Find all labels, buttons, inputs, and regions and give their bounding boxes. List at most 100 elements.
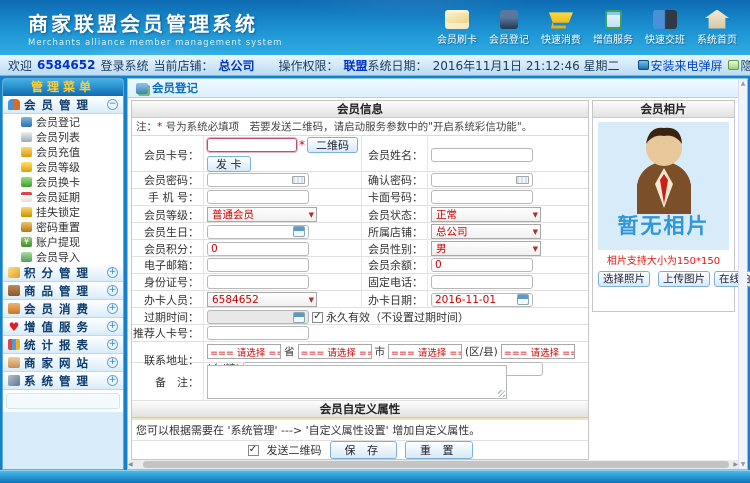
nav-member-swipe[interactable]: 会员刷卡 [434,10,480,46]
balance-input[interactable]: 0 [431,258,533,272]
points-icon [8,267,20,278]
expand-icon[interactable]: + [107,303,118,314]
sidebar-section-website[interactable]: 商 家 网 站 + [3,354,123,372]
sidebar-section-consume[interactable]: 会 员 消 费 + [3,300,123,318]
idcard-input[interactable] [207,275,309,289]
scroll-up-arrow[interactable]: ▲ [741,80,746,87]
sidebar-section-value-added[interactable]: ♥ 增 值 服 务 + [3,318,123,336]
hide-menu-link[interactable]: 隐藏菜单 [728,57,750,74]
install-popup-link[interactable]: 安装来电弹屏 [638,57,723,74]
keyboard-icon[interactable] [292,176,305,184]
form-row-birthday: 会员生日： 所属店铺： 总公司▼ [132,223,588,240]
birthday-input[interactable] [207,225,309,239]
confirm-password-input[interactable] [431,173,533,187]
nav-member-register[interactable]: 会员登记 [486,10,532,46]
sidebar-item-loss-lock[interactable]: 挂失锁定 [3,204,123,219]
vertical-scrollbar[interactable]: ▲ ▼ [738,79,747,469]
nav-label: 系统首页 [697,35,737,46]
calendar-icon[interactable] [517,294,529,305]
points-input[interactable]: 0 [207,242,309,256]
sidebar-section-reports[interactable]: 统 计 报 表 + [3,336,123,354]
horizontal-scrollbar[interactable]: ◀ ▶ [128,460,738,469]
password-input[interactable] [207,173,309,187]
chevron-down-icon: ▼ [533,228,538,236]
nav-shift-handover[interactable]: 快速交班 [642,10,688,46]
nav-quick-consume[interactable]: 快速消费 [538,10,584,46]
operator-select[interactable]: 6584652▼ [207,292,317,307]
send-qr-checkbox[interactable]: ✓ [248,445,259,456]
name-input[interactable] [431,148,533,162]
expand-icon[interactable]: + [107,357,118,368]
referrer-input[interactable] [207,326,309,340]
sidebar-item-member-recharge[interactable]: 会员充值 [3,144,123,159]
province-select[interactable]: === 请选择 ==▼ [207,344,281,359]
tab-member-register[interactable]: 会员登记 [152,80,198,96]
sidebar-section-goods[interactable]: 商 品 管 理 + [3,282,123,300]
expand-icon[interactable]: + [107,375,118,386]
sidebar-section-points[interactable]: 积 分 管 理 + [3,264,123,282]
choose-photo-button[interactable]: 选择照片 [598,271,650,287]
scrollbar-thumb[interactable] [143,461,730,468]
expand-icon[interactable]: + [107,339,118,350]
member-mgmt-icon [8,99,20,110]
level-select[interactable]: 普通会员▼ [207,207,317,222]
form-row-level: 会员等级： 普通会员▼ 会员状态： 正常▼ [132,206,588,223]
keyboard-icon[interactable] [516,176,529,184]
permission-label: 操作权限： [279,57,339,74]
hide-menu-icon [728,60,739,70]
sidebar-item-password-reset[interactable]: 密码重置 [3,219,123,234]
name-cell [428,136,588,173]
card-face-no-input[interactable] [431,190,533,204]
calendar-icon[interactable] [293,226,305,237]
expand-icon[interactable]: + [107,267,118,278]
member-info-header: 会员信息 [132,101,588,118]
expand-icon[interactable]: + [107,321,118,332]
card-swipe-icon [445,10,469,29]
gender-select[interactable]: 男▼ [431,241,541,256]
district-select[interactable]: === 请选择 ==▼ [388,344,462,359]
nav-system-home[interactable]: 系统首页 [694,10,740,46]
sidebar-section-member-mgmt[interactable]: 会 员 管 理 − [3,96,123,114]
sidebar-section-system[interactable]: 系 统 管 理 + [3,372,123,390]
sidebar-item-member-extend[interactable]: 会员延期 [3,189,123,204]
nav-value-added-service[interactable]: 增值服务 [590,10,636,46]
save-button[interactable]: 保 存 [330,441,398,459]
info-bar: 欢迎 6584652 登录系统 当前店铺： 总公司 操作权限： 联盟 系统日期：… [0,55,750,76]
sidebar-item-member-level[interactable]: 会员等级 [3,159,123,174]
chevron-down-icon: ▼ [533,211,538,219]
collapse-icon[interactable]: − [107,99,118,110]
reset-button[interactable]: 重 置 [405,441,473,459]
sidebar-item-withdraw[interactable]: ¥账户提现 [3,234,123,249]
tab-bar: 会员登记 [128,79,747,98]
permanent-checkbox[interactable]: ✓ [312,312,323,323]
town-select[interactable]: === 请选择 ==▼ [501,344,575,359]
city-select[interactable]: === 请选择 ==▼ [298,344,372,359]
sidebar-item-member-register[interactable]: 会员登记 [3,114,123,129]
brand: 商家联盟会员管理系统 Merchants alliance member man… [0,8,282,48]
scroll-left-arrow[interactable]: ◀ [128,461,133,468]
remark-textarea[interactable] [207,365,507,399]
permanent-label: 永久有效（不设置过期时间） [326,309,469,325]
current-user-id: 6584652 [37,58,95,72]
sidebar-item-member-import[interactable]: 会员导入 [3,249,123,264]
tel-input[interactable] [431,275,533,289]
expand-icon[interactable]: + [107,285,118,296]
issue-card-button[interactable]: 发 卡 [207,156,251,172]
register-icon [21,117,32,127]
sidebar-item-member-list[interactable]: 会员列表 [3,129,123,144]
lock-icon [21,207,32,217]
sidebar-item-card-swap[interactable]: 会员换卡 [3,174,123,189]
mobile-input[interactable] [207,190,309,204]
status-select[interactable]: 正常▼ [431,207,541,222]
upload-photo-button[interactable]: 上传图片 [658,271,710,287]
shop-select[interactable]: 总公司▼ [431,224,541,239]
qr-code-button[interactable]: 二维码 [307,137,358,153]
custom-attr-header: 会员自定义属性 [132,401,588,418]
issue-date-input[interactable]: 2016-11-01 [431,293,533,307]
card-no-input[interactable] [207,138,297,152]
required-note: 注：* 号为系统必填项 若要发送二维码，请启动服务参数中的"开启系统彩信功能"。 [132,118,588,136]
email-input[interactable] [207,258,309,272]
scroll-down-arrow[interactable]: ▼ [741,461,746,468]
member-info-panel: 会员信息 注：* 号为系统必填项 若要发送二维码，请启动服务参数中的"开启系统彩… [131,100,589,460]
expire-date-input[interactable] [207,310,309,324]
